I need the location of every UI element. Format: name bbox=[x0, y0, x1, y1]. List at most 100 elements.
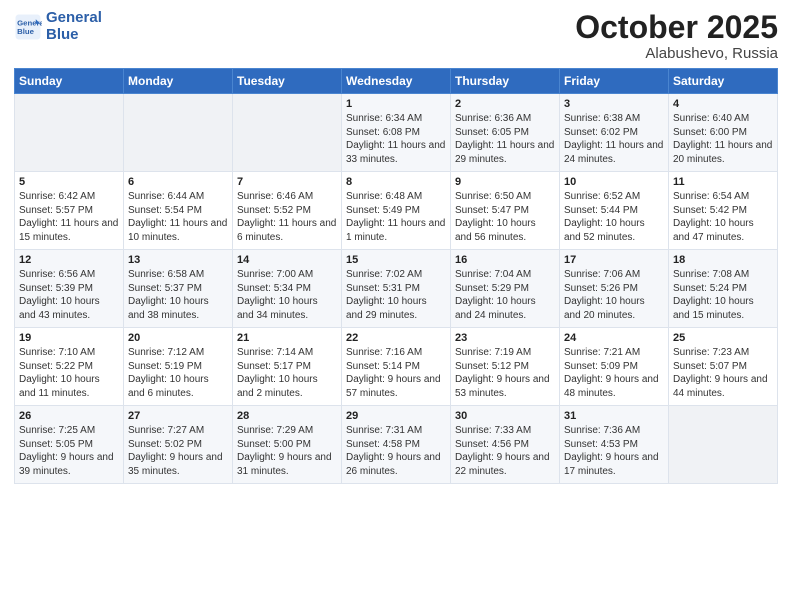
cell-text: Sunset: 5:39 PM bbox=[19, 282, 119, 296]
cell-text: Daylight: 11 hours and 33 minutes. bbox=[346, 139, 446, 166]
day-number: 29 bbox=[346, 410, 446, 422]
day-number: 11 bbox=[673, 176, 773, 188]
day-number: 28 bbox=[237, 410, 337, 422]
calendar-cell bbox=[124, 94, 233, 172]
cell-text: Sunrise: 7:27 AM bbox=[128, 424, 228, 438]
cell-text: Daylight: 10 hours and 24 minutes. bbox=[455, 295, 555, 322]
week-row-4: 19Sunrise: 7:10 AMSunset: 5:22 PMDayligh… bbox=[15, 328, 778, 406]
logo-text-line2: Blue bbox=[46, 27, 102, 44]
header-cell-thursday: Thursday bbox=[451, 69, 560, 94]
calendar-cell: 30Sunrise: 7:33 AMSunset: 4:56 PMDayligh… bbox=[451, 406, 560, 484]
cell-text: Sunrise: 6:34 AM bbox=[346, 112, 446, 126]
cell-text: Sunrise: 7:00 AM bbox=[237, 268, 337, 282]
cell-text: Sunrise: 7:10 AM bbox=[19, 346, 119, 360]
cell-text: Sunset: 5:54 PM bbox=[128, 204, 228, 218]
cell-text: Daylight: 9 hours and 44 minutes. bbox=[673, 373, 773, 400]
cell-text: Sunrise: 6:36 AM bbox=[455, 112, 555, 126]
day-number: 27 bbox=[128, 410, 228, 422]
cell-text: Daylight: 11 hours and 29 minutes. bbox=[455, 139, 555, 166]
cell-text: Sunrise: 7:06 AM bbox=[564, 268, 664, 282]
calendar-cell: 22Sunrise: 7:16 AMSunset: 5:14 PMDayligh… bbox=[342, 328, 451, 406]
calendar-cell: 24 Sunrise: 7:21 AMSunset: 5:09 PMDayligh… bbox=[560, 328, 669, 406]
cell-text: Sunset: 5:14 PM bbox=[346, 360, 446, 374]
cell-text: Daylight: 9 hours and 31 minutes. bbox=[237, 451, 337, 478]
cell-text: Daylight: 9 hours and 48 minutes. bbox=[564, 373, 664, 400]
header: General Blue General Blue October 2025 A… bbox=[14, 10, 778, 62]
calendar-cell: 19Sunrise: 7:10 AMSunset: 5:22 PMDayligh… bbox=[15, 328, 124, 406]
cell-text: Sunset: 5:37 PM bbox=[128, 282, 228, 296]
cell-text: Daylight: 9 hours and 57 minutes. bbox=[346, 373, 446, 400]
month-title: October 2025 bbox=[575, 10, 778, 45]
cell-text: Sunrise: 7:08 AM bbox=[673, 268, 773, 282]
day-number: 4 bbox=[673, 98, 773, 110]
day-number: 24 bbox=[564, 332, 664, 344]
cell-text: Daylight: 10 hours and 34 minutes. bbox=[237, 295, 337, 322]
cell-text: Daylight: 9 hours and 17 minutes. bbox=[564, 451, 664, 478]
title-block: October 2025 Alabushevo, Russia bbox=[575, 10, 778, 62]
cell-text: Sunset: 5:29 PM bbox=[455, 282, 555, 296]
cell-text: Sunrise: 7:19 AM bbox=[455, 346, 555, 360]
header-row: SundayMondayTuesdayWednesdayThursdayFrid… bbox=[15, 69, 778, 94]
calendar-cell: 4Sunrise: 6:40 AMSunset: 6:00 PMDaylight… bbox=[669, 94, 778, 172]
cell-text: Daylight: 10 hours and 15 minutes. bbox=[673, 295, 773, 322]
header-cell-friday: Friday bbox=[560, 69, 669, 94]
cell-text: Sunset: 5:07 PM bbox=[673, 360, 773, 374]
cell-text: Sunrise: 7:29 AM bbox=[237, 424, 337, 438]
day-number: 7 bbox=[237, 176, 337, 188]
cell-text: Sunset: 4:53 PM bbox=[564, 438, 664, 452]
calendar-cell: 25Sunrise: 7:23 AMSunset: 5:07 PMDayligh… bbox=[669, 328, 778, 406]
cell-text: Sunset: 6:02 PM bbox=[564, 126, 664, 140]
day-number: 22 bbox=[346, 332, 446, 344]
calendar-cell: 11Sunrise: 6:54 AMSunset: 5:42 PMDayligh… bbox=[669, 172, 778, 250]
cell-text: Sunset: 5:12 PM bbox=[455, 360, 555, 374]
cell-text: Daylight: 10 hours and 43 minutes. bbox=[19, 295, 119, 322]
svg-text:Blue: Blue bbox=[17, 27, 35, 36]
calendar-cell bbox=[669, 406, 778, 484]
cell-text: Sunrise: 7:04 AM bbox=[455, 268, 555, 282]
calendar-cell bbox=[233, 94, 342, 172]
subtitle: Alabushevo, Russia bbox=[575, 45, 778, 62]
calendar-cell: 18Sunrise: 7:08 AMSunset: 5:24 PMDayligh… bbox=[669, 250, 778, 328]
calendar-table: SundayMondayTuesdayWednesdayThursdayFrid… bbox=[14, 68, 778, 484]
cell-text: Sunrise: 7:36 AM bbox=[564, 424, 664, 438]
day-number: 19 bbox=[19, 332, 119, 344]
calendar-cell: 23Sunrise: 7:19 AMSunset: 5:12 PMDayligh… bbox=[451, 328, 560, 406]
header-cell-wednesday: Wednesday bbox=[342, 69, 451, 94]
cell-text: Sunrise: 6:44 AM bbox=[128, 190, 228, 204]
cell-text: Sunset: 5:05 PM bbox=[19, 438, 119, 452]
calendar-cell: 6Sunrise: 6:44 AMSunset: 5:54 PMDaylight… bbox=[124, 172, 233, 250]
cell-text: Daylight: 11 hours and 24 minutes. bbox=[564, 139, 664, 166]
calendar-cell: 13Sunrise: 6:58 AMSunset: 5:37 PMDayligh… bbox=[124, 250, 233, 328]
cell-text: Sunset: 5:47 PM bbox=[455, 204, 555, 218]
calendar-cell: 15Sunrise: 7:02 AMSunset: 5:31 PMDayligh… bbox=[342, 250, 451, 328]
day-number: 1 bbox=[346, 98, 446, 110]
cell-text: Daylight: 9 hours and 26 minutes. bbox=[346, 451, 446, 478]
cell-text: Daylight: 9 hours and 35 minutes. bbox=[128, 451, 228, 478]
calendar-cell: 28Sunrise: 7:29 AMSunset: 5:00 PMDayligh… bbox=[233, 406, 342, 484]
day-number: 23 bbox=[455, 332, 555, 344]
header-cell-tuesday: Tuesday bbox=[233, 69, 342, 94]
week-row-5: 26Sunrise: 7:25 AMSunset: 5:05 PMDayligh… bbox=[15, 406, 778, 484]
cell-text: Sunset: 5:31 PM bbox=[346, 282, 446, 296]
cell-text: Sunset: 4:58 PM bbox=[346, 438, 446, 452]
header-cell-sunday: Sunday bbox=[15, 69, 124, 94]
day-number: 2 bbox=[455, 98, 555, 110]
cell-text: Sunrise: 7:21 AM bbox=[564, 346, 664, 360]
logo: General Blue General Blue bbox=[14, 10, 102, 43]
cell-text: Sunset: 5:09 PM bbox=[564, 360, 664, 374]
cell-text: Sunset: 5:02 PM bbox=[128, 438, 228, 452]
day-number: 13 bbox=[128, 254, 228, 266]
page-container: General Blue General Blue October 2025 A… bbox=[0, 0, 792, 494]
cell-text: Sunset: 6:08 PM bbox=[346, 126, 446, 140]
day-number: 6 bbox=[128, 176, 228, 188]
cell-text: Sunset: 5:49 PM bbox=[346, 204, 446, 218]
header-cell-monday: Monday bbox=[124, 69, 233, 94]
cell-text: Daylight: 11 hours and 15 minutes. bbox=[19, 217, 119, 244]
calendar-cell: 27 Sunrise: 7:27 AMSunset: 5:02 PMDayligh… bbox=[124, 406, 233, 484]
day-number: 20 bbox=[128, 332, 228, 344]
cell-text: Daylight: 11 hours and 6 minutes. bbox=[237, 217, 337, 244]
cell-text: Daylight: 9 hours and 22 minutes. bbox=[455, 451, 555, 478]
day-number: 10 bbox=[564, 176, 664, 188]
calendar-cell: 20Sunrise: 7:12 AMSunset: 5:19 PMDayligh… bbox=[124, 328, 233, 406]
cell-text: Sunset: 5:24 PM bbox=[673, 282, 773, 296]
